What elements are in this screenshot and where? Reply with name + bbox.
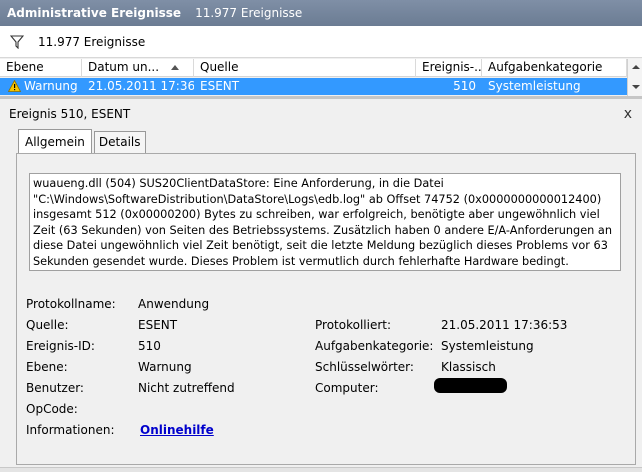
tab-allgemein[interactable]: Allgemein xyxy=(18,129,92,153)
filter-count-label: 11.977 Ereignisse xyxy=(38,34,146,49)
value-protokollname: Anwendung xyxy=(138,297,210,311)
column-header-source[interactable]: Quelle xyxy=(194,59,416,77)
row-level-cell: Warnung xyxy=(0,78,82,95)
bottom-border xyxy=(0,467,642,472)
label-computer: Computer: xyxy=(315,381,379,395)
row-event-id-cell: 510 xyxy=(453,79,476,93)
table-row[interactable]: Warnung 21.05.2011 17:36:53 ESENT 510 Sy… xyxy=(0,78,627,95)
tab-details[interactable]: Details xyxy=(93,131,146,153)
value-schluesselwoerter: Klassisch xyxy=(441,360,496,374)
value-quelle: ESENT xyxy=(138,318,178,332)
grid-scrollbar[interactable] xyxy=(627,59,642,96)
close-icon[interactable]: x xyxy=(624,106,632,122)
detail-pane-header: Ereignis 510, ESENT x xyxy=(0,96,642,128)
row-category-cell: Systemleistung xyxy=(488,79,581,93)
column-header-date-label: Datum un... xyxy=(88,60,160,74)
column-header-event-id[interactable]: Ereignis-... xyxy=(416,59,482,77)
scroll-up-icon[interactable] xyxy=(632,65,640,69)
event-grid-header: Ebene Datum un... Quelle Ereignis-... Au… xyxy=(0,59,642,77)
value-ebene: Warnung xyxy=(138,360,192,374)
label-informationen: Informationen: xyxy=(26,423,115,437)
filter-toolbar: 11.977 Ereignisse xyxy=(0,26,642,58)
row-source-cell: ESENT xyxy=(200,79,240,93)
label-ereignis-id: Ereignis-ID: xyxy=(26,339,95,353)
label-ebene: Ebene: xyxy=(26,360,68,374)
scroll-down-icon[interactable] xyxy=(632,85,640,89)
window-title: Administrative Ereignisse xyxy=(7,6,182,20)
filter-icon[interactable] xyxy=(10,34,24,49)
value-aufgabenkategorie: Systemleistung xyxy=(441,339,534,353)
online-help-link[interactable]: Onlinehilfe xyxy=(140,423,214,437)
window-event-count: 11.977 Ereignisse xyxy=(195,6,303,20)
label-opcode: OpCode: xyxy=(26,402,78,416)
detail-title: Ereignis 510, ESENT xyxy=(9,106,131,121)
label-protokollname: Protokollname: xyxy=(26,297,116,311)
row-level-text: Warnung xyxy=(24,79,78,93)
label-aufgabenkategorie: Aufgabenkategorie: xyxy=(315,339,434,353)
event-message-text[interactable]: wuaueng.dll (504) SUS20ClientDataStore: … xyxy=(29,173,621,271)
value-protokolliert: 21.05.2011 17:36:53 xyxy=(441,318,568,332)
value-ereignis-id: 510 xyxy=(138,339,161,353)
value-benutzer: Nicht zutreffend xyxy=(138,381,235,395)
label-quelle: Quelle: xyxy=(26,318,69,332)
column-header-level[interactable]: Ebene xyxy=(0,59,82,77)
redacted-computer-name xyxy=(434,378,507,393)
warning-icon xyxy=(8,80,21,92)
label-protokolliert: Protokolliert: xyxy=(315,318,392,332)
detail-tabs: Allgemein Details xyxy=(18,129,148,153)
sort-ascending-icon xyxy=(171,65,179,70)
column-header-category[interactable]: Aufgabenkategorie xyxy=(482,59,627,77)
label-schluesselwoerter: Schlüsselwörter: xyxy=(315,360,414,374)
label-benutzer: Benutzer: xyxy=(26,381,84,395)
column-header-date[interactable]: Datum un... xyxy=(82,59,194,77)
window-title-bar: Administrative Ereignisse 11.977 Ereigni… xyxy=(0,0,642,26)
row-date-cell: 21.05.2011 17:36:53 xyxy=(88,79,194,93)
